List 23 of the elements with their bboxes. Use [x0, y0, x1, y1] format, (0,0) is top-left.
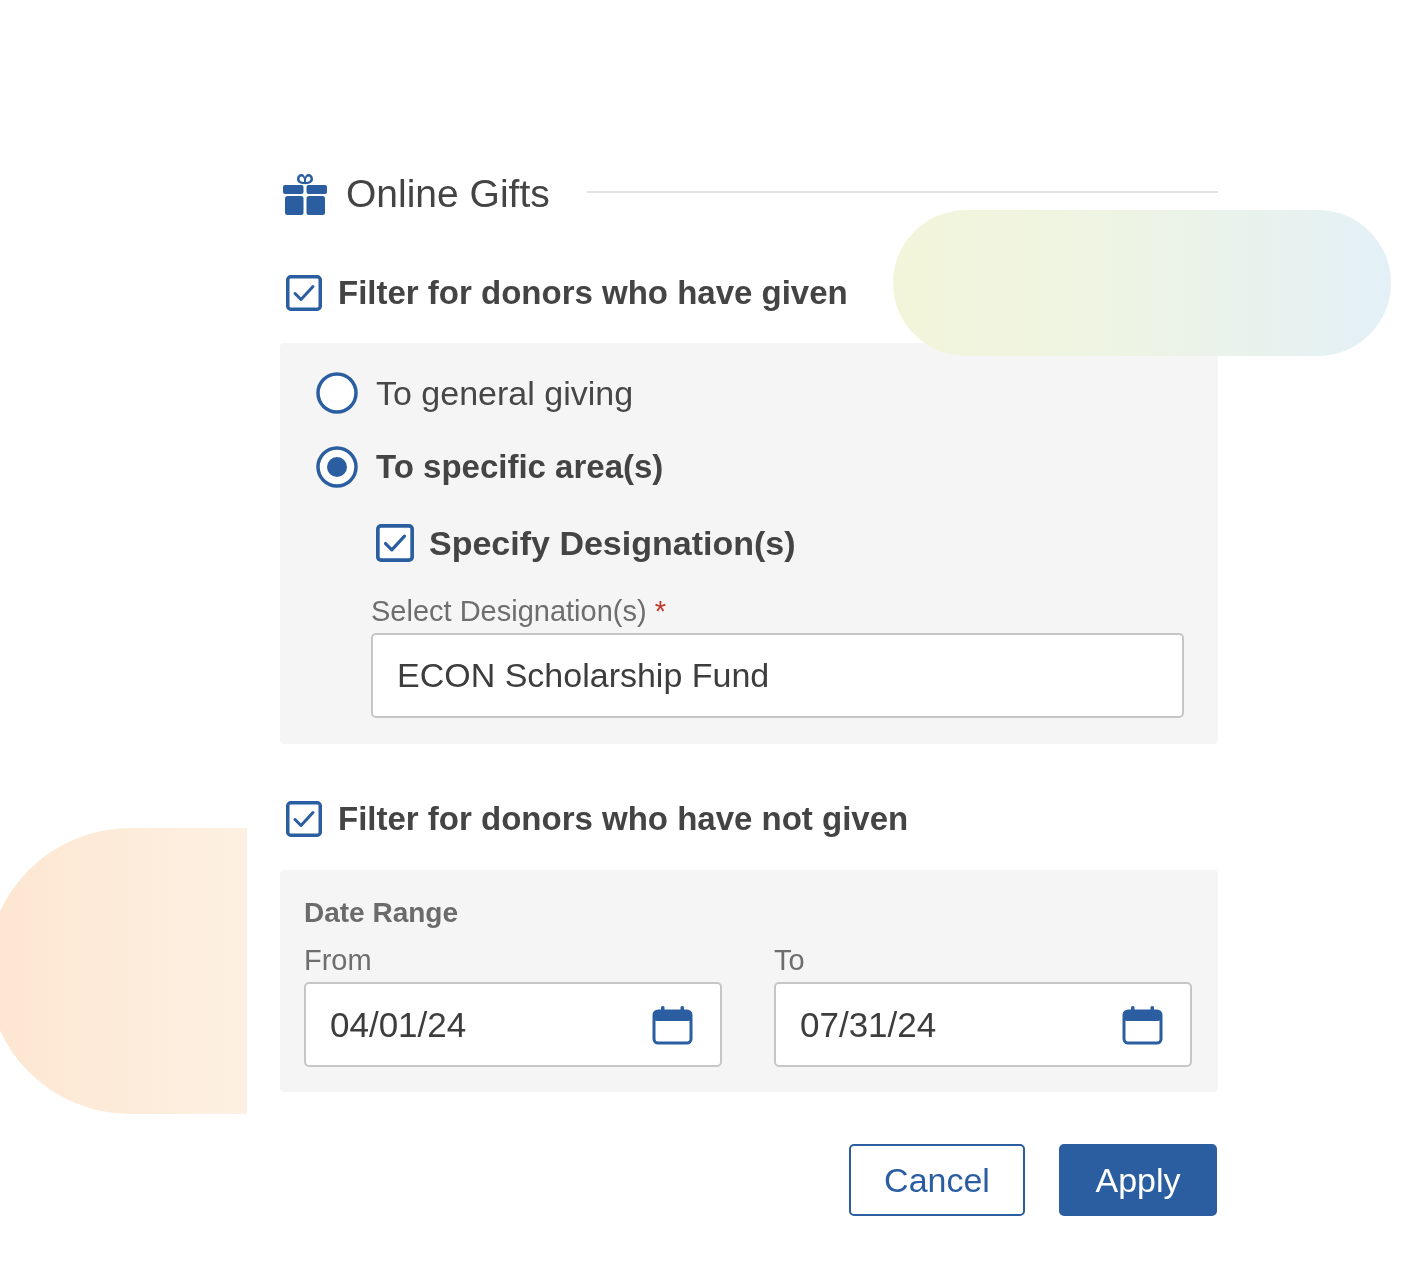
checkbox[interactable]	[286, 801, 322, 837]
date-field[interactable]: 07/31/24	[774, 982, 1192, 1067]
radio-button[interactable]	[316, 372, 358, 414]
apply-button[interactable]: Apply	[1059, 1144, 1217, 1216]
designation-field[interactable]: ECON Scholarship Fund	[371, 633, 1184, 718]
section-label: Date Range	[304, 899, 459, 927]
date-field[interactable]: 04/01/24	[304, 982, 722, 1067]
field-label: To	[774, 946, 805, 974]
calendar-icon[interactable]	[652, 1004, 693, 1045]
radio-button[interactable]	[316, 446, 358, 488]
checkbox-label: Filter for donors who have given	[338, 273, 848, 313]
checkbox-label: Filter for donors who have not given	[338, 799, 909, 839]
section-title: Online Gifts	[346, 172, 550, 216]
field-label: From	[304, 946, 372, 974]
checkbox[interactable]	[286, 275, 322, 311]
radio-label: To specific area(s)	[376, 447, 664, 487]
cancel-button[interactable]: Cancel	[849, 1144, 1025, 1216]
gift-icon	[283, 173, 327, 215]
radio-label: To general giving	[376, 373, 634, 414]
checkbox[interactable]	[376, 524, 414, 562]
field-label: Select Designation(s) *	[371, 596, 666, 626]
checkbox-label: Specify Designation(s)	[429, 523, 796, 563]
calendar-icon[interactable]	[1122, 1004, 1163, 1045]
